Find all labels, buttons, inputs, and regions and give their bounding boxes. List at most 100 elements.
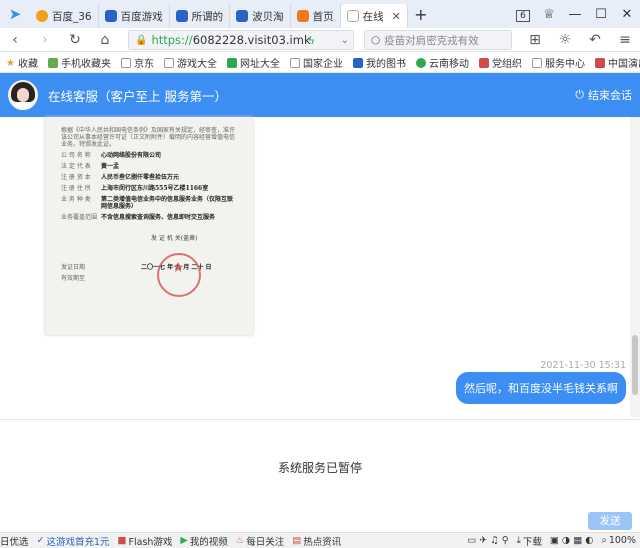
lightning-icon[interactable]: ϟ [308, 34, 315, 47]
bookmark-item[interactable]: ★ 收藏 [6, 55, 38, 71]
bookmark-label: 收藏 [17, 59, 38, 70]
license-value: 心动网络股份有限公司 [101, 152, 162, 159]
status-item[interactable]: ✓ 这游戏首充1元 [37, 534, 110, 548]
status-label: 每日关注 [246, 536, 285, 548]
bookmark-item[interactable]: 京东 [120, 55, 154, 70]
license-label: 有效期至 [61, 275, 86, 282]
shirt-icon[interactable]: ♕ [536, 7, 562, 22]
license-image[interactable]: 根据《中华人民共和国电信条例》及国家有关规定，经审查，准许该公司从事本经营许可证… [45, 117, 253, 335]
license-value: 黄一孟 [101, 163, 120, 170]
address-bar[interactable]: 🔒 https://6082228.visit03.imk ⌄ ϟ [128, 30, 354, 50]
tab-5-active[interactable]: 在线 ✕ [340, 4, 408, 28]
maximize-button[interactable]: ☐ [588, 7, 614, 22]
license-row: 注 册 资 本 人民币叁亿捌仟零叁拾伍万元 [61, 174, 237, 181]
tab-0[interactable]: 百度_36 [30, 4, 99, 28]
download-icon: ⤓ [516, 535, 521, 546]
minimize-button[interactable]: — [562, 7, 588, 22]
bookmark-item[interactable]: 中国演出 [594, 55, 640, 70]
bookmark-item[interactable]: 云南移动 [415, 55, 469, 70]
bookmark-item[interactable]: 我的图书 [352, 55, 406, 70]
home-icon[interactable]: ⌂ [90, 32, 120, 48]
license-value: 不含信息搜索查询服务、信息即时交互服务 [101, 214, 216, 221]
close-window-button[interactable]: ✕ [614, 7, 640, 22]
service-paused-notice: 系统服务已暂停 [277, 461, 362, 475]
back-icon[interactable]: ‹ [0, 32, 30, 48]
url-host: 6082228.visit03.imk [192, 33, 311, 47]
license-row: 法 定 代 表 黄一孟 [61, 163, 237, 170]
book-icon [352, 57, 363, 68]
bookmark-item[interactable]: 服务中心 [531, 55, 585, 70]
search-placeholder: 疫苗对肩密克戎有效 [384, 34, 479, 47]
bookmark-item[interactable]: 游戏大全 [163, 55, 217, 70]
official-seal-icon [157, 253, 201, 297]
license-header-text: 根据《中华人民共和国电信条例》及国家有关规定，经审查，准许该公司从事本经营许可证… [61, 127, 236, 148]
bookmark-label: 中国演出 [607, 59, 640, 70]
status-item[interactable]: ♨ 每日关注 [236, 534, 285, 548]
chat-input-area[interactable]: 系统服务已暂停 发送 [0, 419, 640, 532]
close-tab-icon[interactable]: ✕ [392, 10, 401, 23]
tab-4[interactable]: 首页 [291, 4, 341, 28]
status-item[interactable]: ▶ 我的视频 [180, 534, 227, 548]
end-session-button[interactable]: ⏻ 结束会话 [575, 87, 632, 103]
forward-icon[interactable]: › [30, 32, 60, 48]
license-label: 业 务 种 类 [61, 196, 91, 203]
status-label: 热点资讯 [303, 536, 342, 548]
status-label: 日优选 [0, 536, 29, 548]
license-value: 上海市闵行区东川路555号乙楼1166室 [101, 185, 209, 192]
license-value: 人民币叁亿捌仟零叁拾伍万元 [101, 174, 180, 181]
page-icon [289, 57, 300, 68]
sun-icon[interactable]: ☼ [550, 32, 580, 48]
page-favicon-icon [346, 10, 359, 22]
undo-icon[interactable]: ↶ [580, 32, 610, 48]
tab-count-badge[interactable]: 6 [510, 7, 536, 22]
bookmark-label: 网址大全 [239, 59, 280, 70]
license-row: 业务覆盖范围 不含信息搜索查询服务、信息即时交互服务 [61, 214, 237, 221]
bookmark-label: 党组织 [491, 59, 522, 70]
bookmark-item[interactable]: 党组织 [478, 55, 522, 70]
tab-1[interactable]: 百度游戏 [99, 4, 170, 28]
tab-2[interactable]: 所谓的 [170, 4, 231, 28]
license-sign-label: 发 证 机 关(盖章) [151, 235, 198, 242]
send-button[interactable]: 发送 [588, 512, 632, 530]
license-label: 法 定 代 表 [61, 163, 91, 170]
bookmark-item[interactable]: 网址大全 [226, 55, 280, 70]
browser-logo-icon[interactable]: ➤ [0, 5, 30, 23]
bookmark-label: 手机收藏夹 [60, 59, 111, 70]
new-tab-button[interactable]: + [408, 5, 434, 24]
status-item[interactable]: 日优选 [0, 534, 29, 548]
tab-count: 6 [516, 9, 530, 22]
status-item[interactable]: ■ Flash游戏 [118, 534, 173, 548]
news-icon: ▤ [292, 535, 302, 546]
tab-label: 在线 [362, 10, 384, 23]
status-bar: 日优选 ✓ 这游戏首充1元 ■ Flash游戏 ▶ 我的视频 ♨ 每日关注 ▤ 热点资讯 … [0, 532, 640, 548]
home-favicon-icon [296, 10, 309, 22]
zoom-level: 100% [608, 535, 636, 546]
chevron-down-icon[interactable]: ⌄ [341, 35, 349, 46]
zoom-control[interactable]: ⌕ 100% [602, 535, 637, 546]
menu-icon[interactable]: ≡ [610, 32, 640, 48]
status-item[interactable]: ▤ 热点资讯 [292, 534, 341, 548]
license-label: 注 册 住 所 [61, 185, 91, 192]
paw-icon [175, 10, 188, 22]
page-icon [163, 57, 174, 68]
flame-icon: ♨ [235, 535, 245, 546]
tab-3[interactable]: 波贝淘 [230, 4, 291, 28]
bookmark-item[interactable]: 国家企业 [289, 55, 343, 70]
refresh-icon[interactable]: ↻ [60, 32, 90, 48]
status-item[interactable]: ⤓ 下载 [517, 534, 542, 548]
grid-icon[interactable]: ⊞ [520, 32, 550, 48]
bookmark-item[interactable]: 手机收藏夹 [47, 55, 111, 70]
search-input[interactable]: ○ 疫苗对肩密克戎有效 [364, 30, 512, 50]
chat-header: 在线客服（客户至上 服务第一） ⏻ 结束会话 [0, 73, 640, 117]
video-icon: ▶ [180, 535, 188, 546]
tab-label: 百度_36 [52, 10, 92, 23]
license-row: 注 册 住 所 上海市闵行区东川路555号乙楼1166室 [61, 185, 237, 192]
status-icons[interactable]: ▭ ✈ ♫ ⚲ [467, 535, 508, 546]
scrollbar-thumb[interactable] [632, 335, 638, 395]
bookmarks-bar: ★ 收藏 手机收藏夹 京东 游戏大全 网址大全 国家企业 我的图书 云南移动 党组… [0, 53, 640, 73]
lock-icon: 🔒 [135, 34, 148, 46]
chat-scrollbar[interactable] [630, 117, 640, 417]
paw-icon [104, 10, 117, 22]
paw-icon [236, 10, 249, 22]
status-icons[interactable]: ▣ ◑ ▦ ◐ [550, 535, 594, 546]
